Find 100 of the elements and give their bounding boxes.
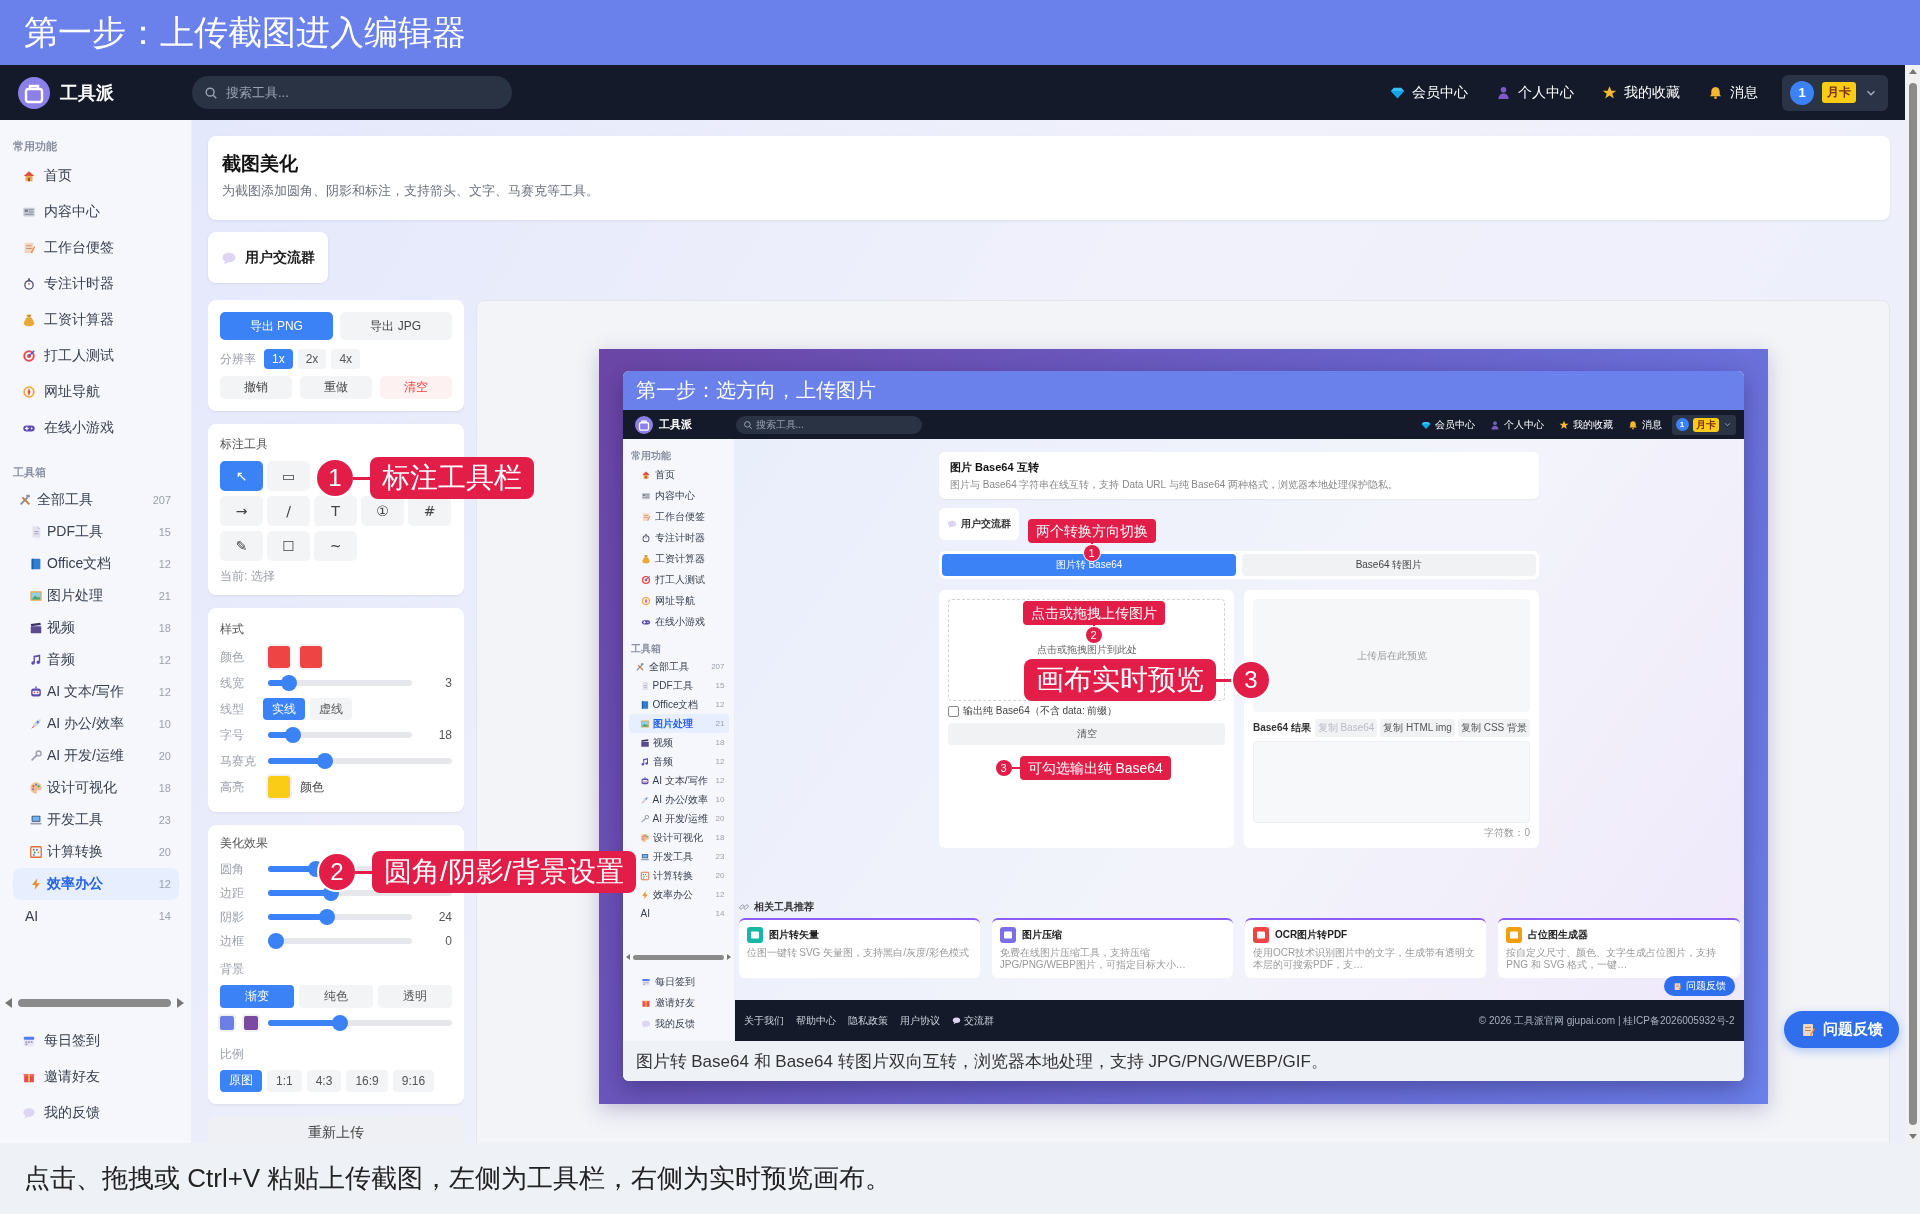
tool-button[interactable]: ▭ xyxy=(267,461,310,491)
slider-thumb[interactable] xyxy=(280,675,297,691)
option-button[interactable]: 渐变 xyxy=(220,985,294,1008)
sidebar-item[interactable]: Office文档 12 xyxy=(628,695,729,714)
sidebar-item[interactable]: AI 14 xyxy=(13,900,179,932)
nav-link[interactable]: 个人中心 xyxy=(1496,83,1574,102)
feedback-button[interactable]: 问题反馈 xyxy=(1784,1011,1899,1048)
sidebar-item[interactable]: 计算转换 20 xyxy=(13,836,179,868)
copy-button[interactable]: 复制 CSS 背景 xyxy=(1457,719,1530,737)
nav-link[interactable]: 个人中心 xyxy=(1489,417,1544,432)
sidebar-item[interactable]: 效率办公 12 xyxy=(13,868,179,900)
slider-thumb[interactable] xyxy=(284,727,301,743)
tool-button[interactable]: ↖ xyxy=(220,461,263,491)
action-button[interactable]: 导出 JPG xyxy=(339,312,452,340)
sidebar-item[interactable]: 首页 xyxy=(13,158,179,194)
community-button[interactable]: 用户交流群 xyxy=(208,232,328,283)
tool-button[interactable]: → xyxy=(220,496,263,526)
sidebar-item[interactable]: 图片处理 21 xyxy=(13,580,179,612)
slider-thumb[interactable] xyxy=(331,1015,348,1031)
action-button[interactable]: 撤销 xyxy=(220,376,292,399)
footer-link[interactable]: 隐私政策 xyxy=(847,1013,888,1028)
slider-thumb[interactable] xyxy=(319,909,336,925)
sidebar-item[interactable]: 邀请好友 xyxy=(628,992,729,1013)
sidebar-item[interactable]: 设计可视化 18 xyxy=(13,772,179,804)
option-button[interactable]: 9:16 xyxy=(392,1069,435,1092)
community-button[interactable]: 用户交流群 xyxy=(939,508,1019,540)
color-swatch[interactable] xyxy=(300,646,322,668)
action-button[interactable]: 清空 xyxy=(380,376,452,399)
tool-button[interactable]: ☐ xyxy=(267,531,310,561)
sidebar-item[interactable]: 专注计时器 xyxy=(13,266,179,302)
color-swatch[interactable] xyxy=(244,1016,258,1030)
tool-button[interactable]: / xyxy=(267,496,310,526)
search-field[interactable]: 搜索工具... xyxy=(192,76,512,109)
sidebar-item[interactable]: AI 14 xyxy=(628,904,729,923)
nav-link[interactable]: 会员中心 xyxy=(1420,417,1475,432)
sidebar-item[interactable]: 在线小游戏 xyxy=(13,410,179,446)
sidebar-item[interactable]: 内容中心 xyxy=(628,485,729,506)
sidebar-item[interactable]: 首页 xyxy=(628,464,729,485)
user-menu[interactable]: 1 月卡 xyxy=(1671,414,1736,435)
option-button[interactable]: 实线 xyxy=(263,698,305,720)
sidebar-item[interactable]: 音频 12 xyxy=(13,644,179,676)
tool-card[interactable]: 图片压缩 免费在线图片压缩工具，支持压缩JPG/PNG/WEBP图片，可指定目标大小… xyxy=(991,918,1233,978)
sidebar-item[interactable]: AI 文本/写作 12 xyxy=(13,676,179,708)
feedback-button[interactable]: 问题反馈 xyxy=(1663,976,1735,996)
sidebar-item[interactable]: 每日签到 xyxy=(13,1023,179,1059)
sidebar-item[interactable]: AI 办公/效率 10 xyxy=(13,708,179,740)
sidebar-item[interactable]: 图片处理 21 xyxy=(628,714,729,733)
footer-link[interactable]: 关于我们 xyxy=(743,1013,784,1028)
color-swatch[interactable] xyxy=(268,776,290,798)
resolution-option[interactable]: 2x xyxy=(297,349,327,369)
tool-button[interactable]: ✎ xyxy=(220,531,263,561)
sidebar-item[interactable]: 工作台便签 xyxy=(628,506,729,527)
checkbox[interactable] xyxy=(948,705,959,717)
tool-button[interactable]: ~ xyxy=(314,531,357,561)
search-field[interactable]: 搜索工具... xyxy=(735,415,922,434)
tool-button[interactable]: ① xyxy=(361,496,404,526)
nav-link[interactable]: 我的收藏 xyxy=(1558,417,1613,432)
option-button[interactable]: 虚线 xyxy=(310,698,352,720)
option-button[interactable]: 16:9 xyxy=(346,1069,388,1092)
slider[interactable] xyxy=(268,1015,452,1031)
sidebar-item[interactable]: 网址导航 xyxy=(13,374,179,410)
sidebar-item[interactable]: PDF工具 15 xyxy=(628,676,729,695)
sidebar-item[interactable]: 音频 12 xyxy=(628,752,729,771)
sidebar-item[interactable]: 工资计算器 xyxy=(13,302,179,338)
copy-button[interactable]: 复制 HTML img xyxy=(1380,719,1455,737)
sidebar-item[interactable]: AI 办公/效率 10 xyxy=(628,790,729,809)
sidebar-item[interactable]: 每日签到 xyxy=(628,971,729,992)
resolution-option[interactable]: 1x xyxy=(264,349,293,369)
sidebar-item[interactable]: 开发工具 23 xyxy=(13,804,179,836)
slider[interactable] xyxy=(268,933,412,949)
sidebar-item[interactable]: AI 文本/写作 12 xyxy=(628,771,729,790)
sidebar-item[interactable]: 打工人测试 xyxy=(628,569,729,590)
sidebar-item[interactable]: 全部工具 207 xyxy=(628,657,729,676)
sidebar-item[interactable]: 邀请好友 xyxy=(13,1059,179,1095)
color-swatch[interactable] xyxy=(220,1016,234,1030)
user-menu[interactable]: 1 月卡 xyxy=(1782,74,1888,111)
horizontal-scrollbar[interactable] xyxy=(625,952,731,962)
sidebar-item[interactable]: 我的反馈 xyxy=(13,1095,179,1131)
footer-link[interactable]: 交流群 xyxy=(951,1013,994,1028)
sidebar-item[interactable]: 全部工具 207 xyxy=(13,484,179,516)
option-button[interactable]: 原图 xyxy=(220,1069,262,1092)
slider-thumb[interactable] xyxy=(316,753,333,769)
sidebar-item[interactable]: 工作台便签 xyxy=(13,230,179,266)
sidebar-item[interactable]: PDF工具 15 xyxy=(13,516,179,548)
sidebar-item[interactable]: 打工人测试 xyxy=(13,338,179,374)
option-button[interactable]: 4:3 xyxy=(306,1069,342,1092)
slider[interactable] xyxy=(268,753,452,769)
sidebar-item[interactable]: 工资计算器 xyxy=(628,548,729,569)
sidebar-item[interactable]: 我的反馈 xyxy=(628,1013,729,1034)
sidebar-item[interactable]: Office文档 12 xyxy=(13,548,179,580)
option-button[interactable]: 1:1 xyxy=(267,1069,302,1092)
tab[interactable]: Base64 转图片 xyxy=(1242,554,1536,576)
sidebar-item[interactable]: 视频 18 xyxy=(628,733,729,752)
slider[interactable] xyxy=(268,727,412,743)
sidebar-item[interactable]: 内容中心 xyxy=(13,194,179,230)
clear-button[interactable]: 清空 xyxy=(948,723,1225,745)
sidebar-item[interactable]: 专注计时器 xyxy=(628,527,729,548)
sidebar-item[interactable]: 视频 18 xyxy=(13,612,179,644)
tool-card[interactable]: OCR图片转PDF 使用OCR技术识别图片中的文字，生成带有透明文本层的可搜索PDF，支… xyxy=(1245,918,1487,978)
color-swatch[interactable] xyxy=(268,646,290,668)
